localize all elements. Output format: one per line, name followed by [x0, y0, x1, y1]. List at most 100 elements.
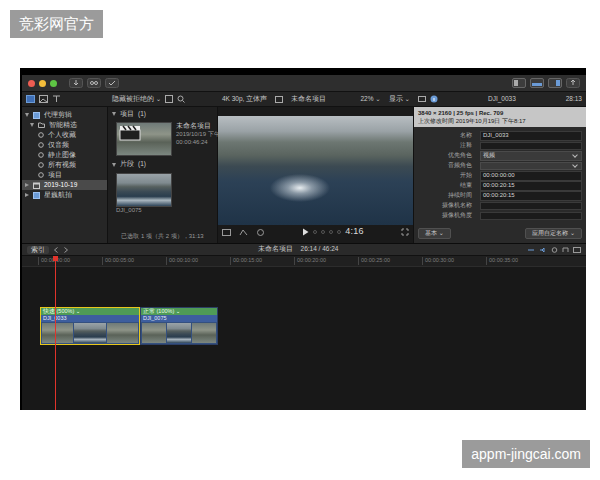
field-menu[interactable]: 视频: [480, 151, 582, 161]
import-icon[interactable]: [69, 78, 83, 88]
retime-bar[interactable]: 正常 (100%) ⌄: [141, 308, 217, 315]
solo-icon[interactable]: [551, 247, 558, 253]
chevron-icon: [572, 152, 578, 158]
inspector-button[interactable]: 基本 ⌄: [418, 228, 451, 239]
inspector-field: 摄像机名称: [414, 201, 586, 211]
photos-icon[interactable]: [39, 95, 48, 103]
sidebar-item[interactable]: 仅音频: [22, 140, 107, 150]
sidebar-item[interactable]: 2019-10-19: [22, 180, 107, 190]
field-value: 00:00:00:00: [483, 172, 579, 180]
item-icon-wrap: [38, 172, 44, 178]
disclosure-triangle[interactable]: [25, 113, 29, 117]
ruler-label: 00:00:25:00: [358, 257, 422, 264]
calendar-icon: [33, 182, 40, 189]
zoom-menu[interactable]: 22% ⌄: [360, 95, 380, 103]
field-label: 注释: [418, 142, 476, 150]
ruler-label: 00:00:05:00: [102, 257, 166, 264]
playhead-handle[interactable]: [53, 256, 58, 261]
sidebar-item[interactable]: 静止图像: [22, 150, 107, 160]
index-button[interactable]: 索引: [27, 246, 49, 254]
inspector-tools: DJI_003328:13: [414, 95, 586, 103]
keyword-icon[interactable]: [87, 78, 101, 88]
play-icon[interactable]: [302, 228, 309, 236]
browser-toggle-icon[interactable]: [512, 78, 526, 88]
timeline-title: 未命名项目26:14 / 46:24: [258, 245, 339, 253]
field-label: 摄像机角度: [418, 212, 476, 220]
section-header[interactable]: 片段(1): [112, 160, 213, 168]
display-menu[interactable]: 显示 ⌄: [389, 95, 410, 103]
sidebar-item[interactable]: 个人收藏: [22, 130, 107, 140]
window-control-button[interactable]: [50, 80, 57, 87]
timecode-digit-placeholder: [329, 230, 333, 234]
disclosure-triangle[interactable]: [25, 183, 29, 187]
field-input[interactable]: 00:00:20:15: [480, 181, 582, 191]
sidebar-item[interactable]: 代理剪辑: [22, 110, 107, 120]
field-input[interactable]: 00:00:00:00: [480, 171, 582, 181]
disclosure-triangle[interactable]: [112, 163, 116, 167]
field-input[interactable]: 00:00:20:15: [480, 191, 582, 201]
field-label: 音频角色: [418, 162, 476, 170]
sidebar-item[interactable]: 项目: [22, 170, 107, 180]
share-icon[interactable]: [566, 78, 580, 88]
info-inspector-icon[interactable]: [430, 95, 438, 103]
inspector-field: 结束00:00:20:15: [414, 181, 586, 191]
titles-icon[interactable]: [52, 95, 61, 103]
clip-title: DJI_0075: [141, 315, 217, 322]
watermark: appm-jingcai.com: [462, 440, 590, 468]
skimming-icon[interactable]: [527, 247, 535, 253]
transform-icon[interactable]: [239, 229, 248, 236]
project-item[interactable]: 未命名项目2019/10/19 下午8…00:00:46:24: [116, 122, 213, 156]
timeline-toggle-icon[interactable]: [530, 78, 544, 88]
video-inspector-icon[interactable]: [418, 95, 426, 103]
project-name: 未命名项目: [291, 95, 326, 103]
disclosure-triangle[interactable]: [112, 112, 116, 116]
thumbnail[interactable]: [116, 122, 172, 156]
sidebar-item[interactable]: 所有视频: [22, 160, 107, 170]
window-control-button[interactable]: [28, 80, 35, 87]
forward-icon[interactable]: [63, 247, 69, 253]
layout-icon[interactable]: [222, 229, 231, 236]
field-input[interactable]: DJI_0033: [480, 131, 582, 141]
playhead[interactable]: [55, 256, 56, 410]
sidebar-item[interactable]: 智能精选: [22, 120, 107, 130]
clip-item[interactable]: DJI_0075: [116, 173, 213, 215]
sidebar-label: 星巍航拍: [44, 191, 72, 199]
section-count: (1): [138, 110, 146, 118]
field-input[interactable]: [480, 202, 582, 210]
timeline-clip[interactable]: 正常 (100%) ⌄DJI_0075: [140, 307, 218, 345]
timecode: 4:16: [345, 226, 364, 238]
filmstrip: [141, 322, 217, 344]
chevron-icon: [572, 162, 578, 168]
fullscreen-icon[interactable]: [401, 228, 409, 236]
filmstrip-frame: [74, 323, 105, 343]
check-icon[interactable]: [105, 78, 119, 88]
disclosure-triangle[interactable]: [25, 193, 29, 197]
speed-icon[interactable]: [256, 229, 265, 236]
sidebar-item[interactable]: 星巍航拍: [22, 190, 107, 200]
clip-appearance-icon[interactable]: [573, 247, 581, 253]
libraries-icon[interactable]: [26, 95, 35, 103]
timecode-digit-placeholder: [313, 230, 317, 234]
audio-skimming-icon[interactable]: [539, 247, 547, 253]
item-icon-wrap: [33, 112, 40, 119]
field-input[interactable]: [480, 142, 582, 150]
inspector-duration: 28:13: [566, 95, 582, 103]
library-icon: [33, 112, 40, 119]
field-input[interactable]: [480, 212, 582, 220]
search-icon[interactable]: [177, 95, 185, 103]
inspector-toggle-icon[interactable]: [548, 78, 562, 88]
clip-appearance-icon[interactable]: [165, 95, 173, 103]
inspector-button[interactable]: 应用自定名称 ⌄: [525, 228, 582, 239]
disclosure-triangle[interactable]: [30, 123, 34, 127]
section-header[interactable]: 项目(1): [112, 110, 213, 118]
thumbnail[interactable]: [116, 173, 172, 207]
filter-menu[interactable]: 隐藏被拒绝的 ⌄: [112, 95, 161, 103]
inspector-field: 音频角色: [414, 161, 586, 171]
inspector-field: 名称DJI_0033: [414, 131, 586, 141]
back-icon[interactable]: [53, 247, 59, 253]
window-control-button[interactable]: [39, 80, 46, 87]
field-menu[interactable]: [480, 162, 582, 170]
layout-buttons: [512, 78, 580, 88]
timecode-digit-placeholder: [337, 230, 341, 234]
snap-icon[interactable]: [562, 247, 569, 253]
